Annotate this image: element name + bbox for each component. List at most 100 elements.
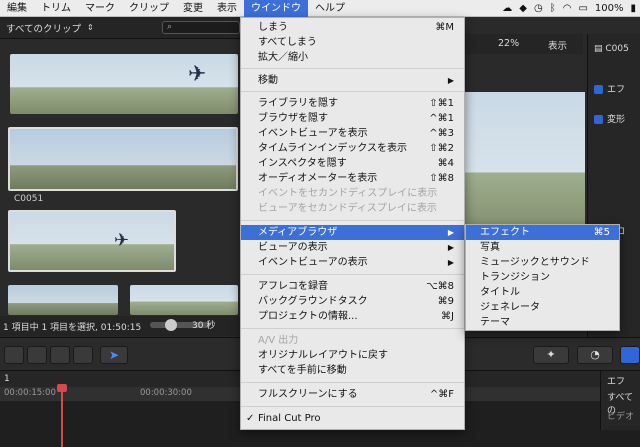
menu-item-events-second-display: イベントをセカンドディスプレイに表示 (258, 188, 438, 199)
checkbox[interactable] (594, 115, 603, 124)
menu-item-minimize[interactable]: しまう ⌘M (241, 20, 464, 35)
append-button[interactable] (50, 346, 70, 364)
clip-thumbnail-selected[interactable] (8, 127, 238, 191)
menu-modify[interactable]: 変更 (176, 0, 210, 17)
viewer-frame[interactable] (463, 92, 585, 237)
speed-button[interactable]: ◔ (577, 346, 613, 364)
effects-browser-title: エフ (607, 377, 626, 387)
inspector-row-transform[interactable]: 変形 (588, 112, 640, 125)
menu-item-zoom[interactable]: 拡大／縮小 (241, 50, 464, 65)
menu-item-bring-all-to-front[interactable]: すべてを手前に移動 (241, 363, 464, 378)
menu-window[interactable]: ウインドウ (244, 0, 308, 17)
airplane-icon: ✈ (188, 62, 207, 87)
time-machine-icon[interactable]: ◷ (534, 0, 543, 17)
timeline-index: 1 (4, 374, 10, 384)
viewer-zoom[interactable]: 22% (498, 38, 519, 49)
menu-item-background-tasks[interactable]: バックグラウンドタスク ⌘9 (241, 294, 464, 309)
checkmark-icon: ✓ (246, 413, 255, 424)
magic-wand-button[interactable]: ✦ (533, 346, 569, 364)
bluetooth-icon[interactable]: ᛒ (550, 0, 556, 17)
menu-item-show-event-viewer[interactable]: イベントビューアを表示 ^⌘3 (241, 126, 464, 141)
effects-category[interactable]: ビデオ (607, 409, 634, 422)
window-menu: しまう ⌘M すべてしまう 拡大／縮小 移動 ▶ ライブラリを隠す ⇧⌘1 ブラウザを… (240, 17, 465, 430)
wifi-icon[interactable]: ◠ (563, 0, 572, 17)
menu-separator (241, 91, 464, 92)
clip-thumbnail[interactable]: ✈ (8, 210, 176, 272)
clip-thumbnail[interactable] (8, 285, 118, 315)
search-icon: ⌕ (167, 22, 173, 32)
menu-view[interactable]: 表示 (210, 0, 244, 17)
menu-help[interactable]: ヘルプ (308, 0, 352, 17)
timecode-2: 00:00:30:00 (140, 388, 192, 398)
status-area: ☁ ◆ ◷ ᛒ ◠ ▭ 100% ▮ (502, 0, 636, 17)
speedometer-icon: ◔ (590, 348, 600, 361)
battery-icon[interactable]: ▮ (630, 0, 636, 17)
submenu-item-transitions[interactable]: トランジション (466, 270, 619, 285)
overwrite-button[interactable] (73, 346, 93, 364)
clip-zoom-knob[interactable] (165, 319, 177, 331)
menu-separator (241, 382, 464, 383)
menu-item-viewer-display[interactable]: ビューアの表示 ▶ (241, 240, 464, 255)
menu-item-revert-layout[interactable]: オリジナルレイアウトに戻す (241, 348, 464, 363)
menu-item-show-audio-meters[interactable]: オーディオメーターを表示 ⇧⌘8 (241, 171, 464, 186)
menu-separator (241, 68, 464, 69)
menu-item-enter-fullscreen[interactable]: フルスクリーンにする ^⌘F (241, 387, 464, 402)
menu-item-hide-browser[interactable]: ブラウザを隠す ^⌘1 (241, 111, 464, 126)
menu-separator (241, 220, 464, 221)
playhead[interactable] (61, 384, 63, 447)
submenu-item-music-sound[interactable]: ミュージックとサウンド (466, 255, 619, 270)
connect-button[interactable] (4, 346, 24, 364)
cursor-arrow-icon: ➤ (108, 348, 120, 362)
submenu-item-generators[interactable]: ジェネレータ (466, 300, 619, 315)
clip-name: C0051 (14, 194, 44, 204)
menu-item-event-viewer-display[interactable]: イベントビューアの表示 ▶ (241, 255, 464, 270)
creative-cloud-icon[interactable]: ☁ (502, 0, 512, 17)
menu-item-hide-library[interactable]: ライブラリを隠す ⇧⌘1 (241, 96, 464, 111)
menu-bar: 編集 トリム マーク クリップ 変更 表示 ウインドウ ヘルプ ☁ ◆ ◷ ᛒ … (0, 0, 640, 17)
submenu-item-themes[interactable]: テーマ (466, 315, 619, 330)
submenu-item-photos[interactable]: 写真 (466, 240, 619, 255)
effects-browser-panel: エフ すべての ビデオ (600, 371, 640, 430)
inspector-row-effects[interactable]: エフ (588, 82, 640, 95)
menu-item-media-browser[interactable]: メディアブラウザ ▶ (241, 225, 464, 240)
checkbox[interactable] (594, 85, 603, 94)
chevron-updown-icon[interactable]: ⇕ (87, 23, 94, 32)
blue-panel-button[interactable] (620, 346, 640, 364)
viewer-display-menu[interactable]: 表示 (548, 38, 567, 52)
submenu-arrow-icon: ▶ (447, 243, 454, 252)
clip-zoom-value: 30 秒 (192, 321, 216, 331)
menu-edit[interactable]: 編集 (0, 0, 34, 17)
menu-item-record-voiceover[interactable]: アフレコを録音 ⌥⌘8 (241, 279, 464, 294)
select-tool-button[interactable]: ➤ (100, 346, 128, 364)
timecode-1: 00:00:15:00 (4, 388, 56, 398)
menu-trim[interactable]: トリム (34, 0, 78, 17)
media-browser-submenu: エフェクト ⌘5 写真 ミュージックとサウンド トランジション タイトル ジェネレ… (465, 224, 620, 331)
airplay-icon[interactable]: ▭ (578, 0, 587, 17)
viewer-header: 22% 表示 (463, 34, 583, 54)
submenu-item-titles[interactable]: タイトル (466, 285, 619, 300)
menu-separator (241, 406, 464, 407)
clip-thumbnail[interactable] (130, 285, 238, 315)
menu-item-project-info[interactable]: プロジェクトの情報... ⌘J (241, 309, 464, 324)
airplane-icon: ✈ (114, 230, 130, 251)
inspector-clip-name: ▤ C005 (594, 44, 629, 54)
submenu-arrow-icon: ▶ (447, 258, 454, 267)
clip-thumbnail[interactable]: ✈ (10, 54, 238, 114)
dropbox-icon[interactable]: ◆ (519, 0, 527, 17)
battery-percent: 100% (594, 3, 624, 14)
submenu-item-effects[interactable]: エフェクト ⌘5 (466, 225, 619, 240)
menu-item-viewer-second-display: ビューアをセカンドディスプレイに表示 (258, 203, 437, 214)
menu-item-show-timeline-index[interactable]: タイムラインインデックスを表示 ⇧⌘2 (241, 141, 464, 156)
menu-item-minimize-all[interactable]: すべてしまう (241, 35, 464, 50)
menu-item-av-output: A/V 出力 (258, 335, 299, 346)
menu-mark[interactable]: マーク (78, 0, 122, 17)
menu-item-final-cut-pro[interactable]: ✓ Final Cut Pro (241, 411, 464, 426)
browser-search-input[interactable]: ⌕ (162, 21, 240, 34)
insert-button[interactable] (27, 346, 47, 364)
clips-filter-label[interactable]: すべてのクリップ (6, 21, 81, 35)
menu-separator (241, 274, 464, 275)
menu-clip[interactable]: クリップ (122, 0, 176, 17)
menu-item-move[interactable]: 移動 ▶ (241, 73, 464, 88)
menu-item-hide-inspector[interactable]: インスペクタを隠す ⌘4 (241, 156, 464, 171)
selection-status: 1 項目中 1 項目を選択, 01:50:15 (3, 322, 142, 333)
